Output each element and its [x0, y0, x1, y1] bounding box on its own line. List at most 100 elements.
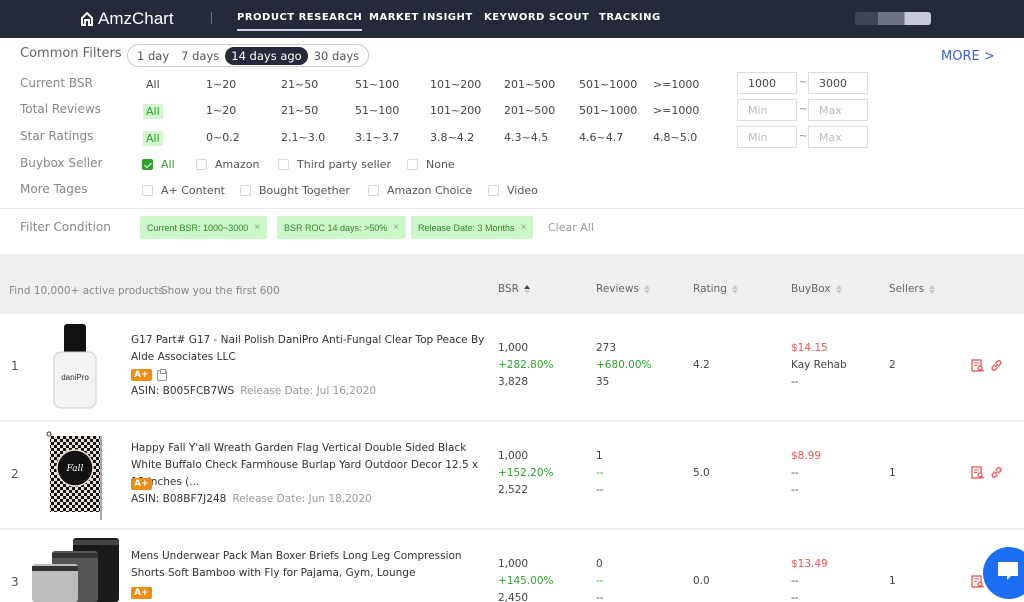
sellers-count: 1 [889, 575, 896, 587]
aplus-badge: A+ [131, 478, 152, 490]
rating-option[interactable]: 4.3~4.5 [504, 131, 548, 144]
tag-amazon-choice-checkbox[interactable]: Amazon Choice [368, 184, 472, 197]
buybox-all-checkbox[interactable]: All [142, 158, 175, 171]
bsr-previous: 2,450 [498, 592, 529, 602]
logo[interactable]: AmzChart [80, 9, 174, 29]
table-row[interactable]: 3 Mens Underwear Pack Man Boxer Briefs L… [0, 530, 1024, 602]
nav-tracking[interactable]: TRACKING [599, 12, 661, 23]
product-title[interactable]: Mens Underwear Pack Man Boxer Briefs Lon… [131, 548, 486, 582]
logo-text: AmzChart [98, 9, 174, 28]
rating-max-input[interactable] [808, 126, 868, 148]
bsr-max-input[interactable] [808, 72, 868, 94]
sort-icon [929, 284, 936, 294]
rating-min-input[interactable] [737, 126, 797, 148]
sellers-count: 1 [889, 467, 896, 479]
checkbox-box[interactable] [142, 159, 153, 170]
table-row[interactable]: 1 daniPro G17 Part# G17 - Nail Polish Da… [0, 314, 1024, 420]
report-search-icon[interactable] [971, 466, 984, 479]
reviews-option-selected[interactable]: All [143, 104, 163, 119]
reviews-option[interactable]: 201~500 [504, 104, 555, 117]
nav-product-research[interactable]: PRODUCT RESEARCH [237, 12, 363, 31]
checkbox-box[interactable] [407, 159, 418, 170]
reviews-min-input[interactable] [737, 99, 797, 121]
rating-option[interactable]: 2.1~3.0 [281, 131, 325, 144]
reviews-option[interactable]: >=1000 [653, 104, 699, 117]
rating-option[interactable]: 3.8~4.2 [430, 131, 474, 144]
product-image[interactable]: daniPro [50, 324, 102, 410]
bsr-option[interactable]: 1~20 [206, 78, 236, 91]
user-account-menu[interactable] [855, 12, 931, 25]
row-index: 2 [11, 467, 19, 481]
product-badges: A+ [131, 368, 167, 381]
reviews-max-input[interactable] [808, 99, 868, 121]
product-title[interactable]: Happy Fall Y'all Wreath Garden Flag Vert… [131, 440, 486, 491]
close-icon[interactable]: × [521, 222, 527, 233]
column-header-rating[interactable]: Rating [693, 283, 738, 295]
column-header-reviews[interactable]: Reviews [596, 283, 650, 295]
period-7-days[interactable]: 7 days [175, 47, 225, 65]
bsr-option[interactable]: >=1000 [653, 78, 699, 91]
link-icon[interactable] [990, 359, 1003, 372]
checkbox-label: Third party seller [297, 158, 392, 171]
period-1-day[interactable]: 1 day [131, 47, 175, 65]
nav-keyword-scout[interactable]: KEYWORD SCOUT [484, 12, 589, 23]
column-header-buybox[interactable]: BuyBox [791, 283, 842, 295]
reviews-option[interactable]: 51~100 [355, 104, 399, 117]
checkbox-box[interactable] [278, 159, 289, 170]
rating-option[interactable]: 4.8~5.0 [653, 131, 697, 144]
row-actions [971, 575, 984, 588]
bsr-option[interactable]: All [146, 78, 160, 91]
bsr-previous: 2,522 [498, 484, 529, 496]
bsr-min-input[interactable] [737, 72, 797, 94]
checkbox-box[interactable] [488, 185, 499, 196]
product-title[interactable]: G17 Part# G17 - Nail Polish DaniPro Anti… [131, 332, 486, 366]
reviews-option[interactable]: 501~1000 [579, 104, 637, 117]
tag-aplus-checkbox[interactable]: A+ Content [142, 184, 225, 197]
more-tags-label: More Tages [20, 182, 88, 196]
rating-option-selected[interactable]: All [143, 131, 163, 146]
bsr-option[interactable]: 21~50 [281, 78, 318, 91]
rating-option[interactable]: 0~0.2 [206, 131, 240, 144]
buybox-amazon-checkbox[interactable]: Amazon [196, 158, 259, 171]
release-date: Release Date: Jul 16,2020 [240, 385, 376, 397]
product-badges: A+ [131, 587, 152, 599]
column-header-bsr[interactable]: BSR [498, 283, 530, 295]
nav-market-insight[interactable]: MARKET INSIGHT [369, 12, 473, 23]
report-search-icon[interactable] [971, 359, 984, 372]
bsr-option[interactable]: 501~1000 [579, 78, 637, 91]
product-image[interactable] [30, 538, 120, 602]
period-14-days[interactable]: 14 days ago [225, 46, 308, 65]
chat-bubble-icon [998, 562, 1018, 580]
bsr-option[interactable]: 201~500 [504, 78, 555, 91]
reviews-option[interactable]: 1~20 [206, 104, 236, 117]
more-filters-link[interactable]: MORE > [941, 49, 995, 64]
rating-option[interactable]: 3.1~3.7 [355, 131, 399, 144]
reviews-option[interactable]: 21~50 [281, 104, 318, 117]
product-image[interactable]: Fall [45, 430, 105, 522]
reviews-option[interactable]: 101~200 [430, 104, 481, 117]
buybox-third-party-checkbox[interactable]: Third party seller [278, 158, 391, 171]
tag-bought-together-checkbox[interactable]: Bought Together [240, 184, 350, 197]
column-header-sellers[interactable]: Sellers [889, 283, 936, 295]
link-icon[interactable] [990, 466, 1003, 479]
close-icon[interactable]: × [393, 222, 399, 233]
tag-video-checkbox[interactable]: Video [488, 184, 538, 197]
results-count: Find 10,000+ active products [9, 285, 164, 297]
report-search-icon[interactable] [971, 575, 984, 588]
buybox-none-checkbox[interactable]: None [407, 158, 455, 171]
close-icon[interactable]: × [254, 222, 260, 233]
checkbox-box[interactable] [368, 185, 379, 196]
checkbox-box[interactable] [142, 185, 153, 196]
divider [0, 208, 1024, 209]
rating-option[interactable]: 4.6~4.7 [579, 131, 623, 144]
buybox-seller-label: Buybox Seller [20, 156, 103, 170]
bsr-option[interactable]: 101~200 [430, 78, 481, 91]
range-separator: ~ [799, 104, 808, 115]
bsr-option[interactable]: 51~100 [355, 78, 399, 91]
checkbox-box[interactable] [240, 185, 251, 196]
checkbox-box[interactable] [196, 159, 207, 170]
clear-all-button[interactable]: Clear All [548, 221, 594, 234]
period-30-days[interactable]: 30 days [308, 47, 365, 65]
table-row[interactable]: 2 Fall Happy Fall Y'all Wreath Garden Fl… [0, 422, 1024, 528]
buybox-extra: -- [791, 376, 799, 388]
